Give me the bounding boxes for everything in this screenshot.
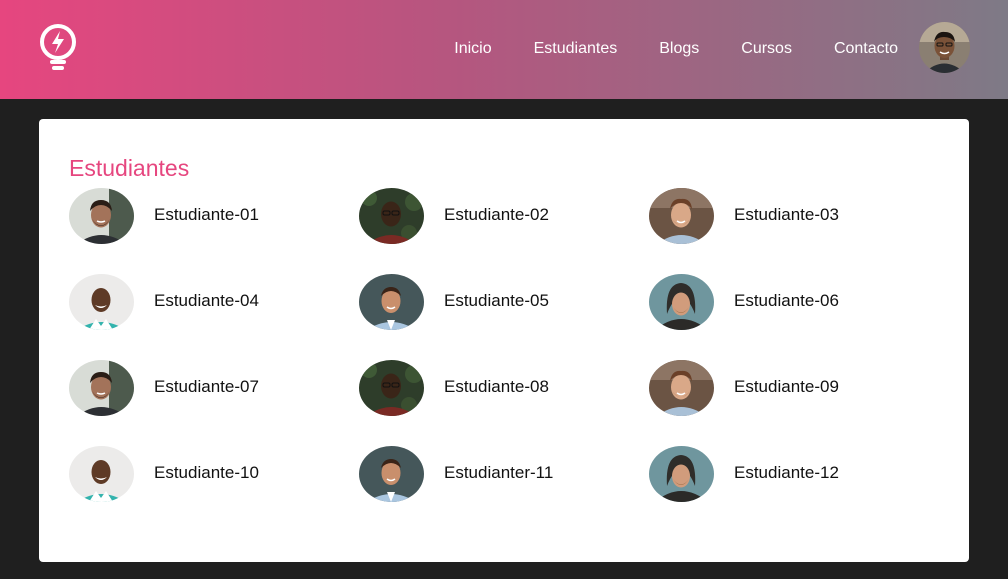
main-nav: Inicio Estudiantes Blogs Cursos Contacto (454, 38, 898, 60)
student-name[interactable]: Estudiante-05 (444, 291, 549, 311)
student-avatar[interactable] (359, 274, 424, 330)
student-avatar[interactable] (359, 446, 424, 502)
student-name[interactable]: Estudiante-06 (734, 291, 839, 311)
student-name[interactable]: Estudiante-10 (154, 463, 259, 483)
nav-link-cursos[interactable]: Cursos (741, 40, 792, 58)
nav-link-contacto[interactable]: Contacto (834, 40, 898, 58)
page-title: Estudiantes (69, 155, 190, 181)
nav-link-estudiantes[interactable]: Estudiantes (534, 40, 618, 58)
student-name[interactable]: Estudiante-04 (154, 291, 259, 311)
student-avatar[interactable] (649, 446, 714, 502)
student-avatar[interactable] (649, 360, 714, 416)
student-item[interactable]: Estudiante-03 (649, 188, 939, 274)
student-item[interactable]: Estudiante-06 (649, 274, 939, 360)
student-name[interactable]: Estudiante-01 (154, 205, 259, 225)
student-item[interactable]: Estudiante-01 (69, 188, 359, 274)
student-name[interactable]: Estudiante-12 (734, 463, 839, 483)
student-avatar[interactable] (69, 188, 134, 244)
lightbulb-bolt-icon[interactable] (36, 22, 80, 74)
student-item[interactable]: Estudiante-09 (649, 360, 939, 446)
student-name[interactable]: Estudiante-08 (444, 377, 549, 397)
nav-link-inicio[interactable]: Inicio (454, 40, 491, 58)
student-item[interactable]: Estudiante-07 (69, 360, 359, 446)
student-name[interactable]: Estudianter-11 (444, 463, 553, 483)
student-name[interactable]: Estudiante-09 (734, 377, 839, 397)
student-avatar[interactable] (359, 188, 424, 244)
student-avatar[interactable] (69, 274, 134, 330)
student-avatar[interactable] (649, 274, 714, 330)
student-avatar[interactable] (649, 188, 714, 244)
students-grid: Estudiante-01 Estudiante-02 Estudiante-0… (69, 188, 939, 532)
student-item[interactable]: Estudianter-11 (359, 446, 649, 532)
student-name[interactable]: Estudiante-03 (734, 205, 839, 225)
student-name[interactable]: Estudiante-02 (444, 205, 549, 225)
student-avatar[interactable] (359, 360, 424, 416)
student-avatar[interactable] (69, 446, 134, 502)
student-item[interactable]: Estudiante-08 (359, 360, 649, 446)
user-avatar[interactable] (919, 22, 970, 73)
student-avatar[interactable] (69, 360, 134, 416)
student-item[interactable]: Estudiante-04 (69, 274, 359, 360)
site-header: Inicio Estudiantes Blogs Cursos Contacto (0, 0, 1008, 99)
students-card: Estudiantes Estudiante-01 Estudiante-02 … (39, 119, 969, 562)
student-item[interactable]: Estudiante-05 (359, 274, 649, 360)
nav-link-blogs[interactable]: Blogs (659, 40, 699, 58)
student-item[interactable]: Estudiante-02 (359, 188, 649, 274)
student-name[interactable]: Estudiante-07 (154, 377, 259, 397)
student-item[interactable]: Estudiante-12 (649, 446, 939, 532)
student-item[interactable]: Estudiante-10 (69, 446, 359, 532)
